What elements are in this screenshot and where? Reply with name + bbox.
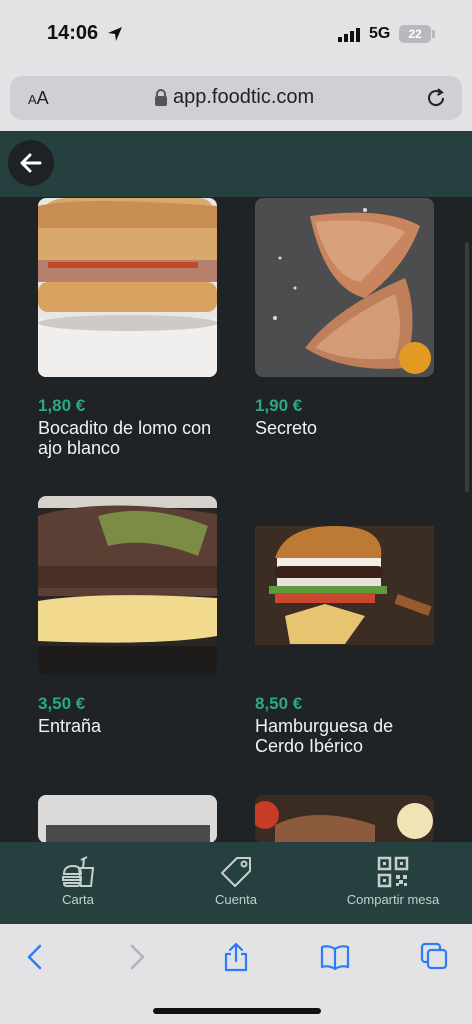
bottom-tab-bar: Carta Cuenta Compartir mesa xyxy=(0,842,472,924)
back-nav-icon[interactable] xyxy=(20,942,50,972)
url-text: app.foodtic.com xyxy=(173,86,315,108)
product-price: 1,90 € xyxy=(255,396,303,415)
network-type: 5G xyxy=(369,25,391,42)
browser-bottom-toolbar xyxy=(0,924,472,1024)
lock-icon xyxy=(155,89,167,106)
battery-tip xyxy=(432,30,435,38)
reload-icon[interactable] xyxy=(425,87,447,109)
forward-nav-icon[interactable] xyxy=(122,942,152,972)
tab-label: Compartir mesa xyxy=(346,892,440,907)
product-price: 3,50 € xyxy=(38,694,86,713)
tab-label: Carta xyxy=(62,892,94,907)
text-size-button[interactable]: AA xyxy=(28,88,49,109)
location-arrow-icon xyxy=(108,27,122,41)
tab-cuenta[interactable]: Cuenta xyxy=(161,856,311,907)
product-card[interactable] xyxy=(255,795,434,842)
back-button[interactable] xyxy=(8,140,54,186)
bookmarks-icon[interactable] xyxy=(320,942,350,972)
product-image-partial xyxy=(255,795,434,842)
product-card[interactable]: 3,50 € Entraña xyxy=(38,496,217,736)
product-name: Secreto xyxy=(255,418,318,438)
qr-code-icon xyxy=(377,856,409,888)
product-card[interactable] xyxy=(38,795,217,842)
tabs-icon[interactable] xyxy=(420,942,450,972)
tab-label: Cuenta xyxy=(215,892,257,907)
address-bar[interactable]: AA app.foodtic.com xyxy=(10,76,462,120)
battery-icon: 22 xyxy=(399,25,431,43)
tag-icon xyxy=(221,857,251,887)
tab-compartir-mesa[interactable]: Compartir mesa xyxy=(318,856,468,907)
product-image-sandwich xyxy=(38,198,217,377)
browser-toolbar: AA app.foodtic.com xyxy=(0,68,472,131)
product-name: Hamburguesa de Cerdo Ibérico xyxy=(255,716,394,756)
product-card[interactable]: 1,80 € Bocadito de lomo con ajo blanco xyxy=(38,198,217,458)
product-name: Entraña xyxy=(38,716,102,736)
product-price: 8,50 € xyxy=(255,694,303,713)
product-card[interactable]: 1,90 € Secreto xyxy=(255,198,434,438)
status-time: 14:06 xyxy=(47,22,99,44)
share-icon[interactable] xyxy=(221,942,251,972)
app-header xyxy=(0,131,472,197)
status-bar: 14:06 5G 22 xyxy=(0,0,472,68)
signal-icon xyxy=(338,28,360,42)
product-grid: 1,80 € Bocadito de lomo con ajo blanco 1… xyxy=(0,197,472,842)
product-image-burger xyxy=(255,496,434,675)
product-image-entrana xyxy=(38,496,217,675)
tab-carta[interactable]: Carta xyxy=(3,856,153,907)
arrow-left-icon xyxy=(20,153,42,173)
home-indicator xyxy=(153,1008,321,1014)
product-image-secreto xyxy=(255,198,434,377)
product-price: 1,80 € xyxy=(38,396,86,415)
product-card[interactable]: 8,50 € Hamburguesa de Cerdo Ibérico xyxy=(255,496,434,756)
scrollbar[interactable] xyxy=(465,242,469,492)
product-name: Bocadito de lomo con ajo blanco xyxy=(38,418,212,458)
fast-food-icon xyxy=(62,856,95,887)
product-image-partial xyxy=(38,795,217,842)
